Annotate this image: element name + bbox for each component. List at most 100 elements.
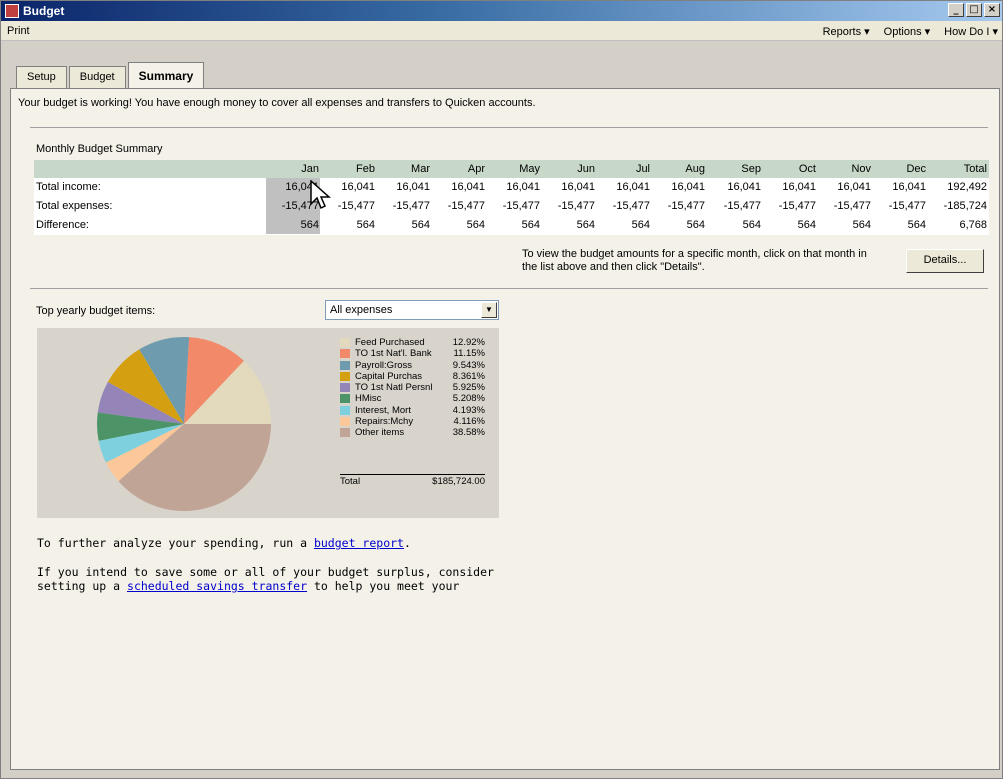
- column-header-may[interactable]: May: [484, 163, 540, 175]
- table-cell[interactable]: -15,477: [480, 200, 540, 212]
- table-cell[interactable]: 16,041: [645, 181, 705, 193]
- status-message: Your budget is working! You have enough …: [18, 97, 536, 109]
- table-cell[interactable]: -15,477: [590, 200, 650, 212]
- menu-print[interactable]: Print: [7, 25, 30, 37]
- analyze-text-end: .: [403, 536, 411, 550]
- row-label: Total expenses:: [36, 200, 113, 212]
- maximize-icon[interactable]: □: [966, 3, 982, 17]
- legend-percent: 8.361%: [452, 370, 485, 382]
- legend-percent: 9.543%: [452, 359, 485, 371]
- table-cell[interactable]: 6,768: [927, 219, 987, 231]
- table-cell[interactable]: 564: [645, 219, 705, 231]
- table-cell[interactable]: 16,041: [866, 181, 926, 193]
- tab-budget[interactable]: Budget: [68, 66, 126, 88]
- legend-percent: 4.193%: [452, 404, 485, 416]
- table-cell[interactable]: 564: [370, 219, 430, 231]
- table-cell[interactable]: 564: [315, 219, 375, 231]
- legend-item: Payroll:Gross 9.543%: [340, 360, 485, 371]
- legend-item: HMisc 5.208%: [340, 393, 485, 404]
- legend-swatch: [340, 417, 350, 427]
- table-cell[interactable]: -15,477: [701, 200, 761, 212]
- minimize-icon[interactable]: _: [948, 3, 964, 17]
- column-header-nov[interactable]: Nov: [815, 163, 871, 175]
- row-label: Total income:: [36, 181, 101, 193]
- expense-filter-value: All expenses: [330, 304, 393, 316]
- table-cell[interactable]: -15,477: [811, 200, 871, 212]
- legend-label: Repairs:Mchy: [355, 416, 414, 428]
- table-cell[interactable]: 564: [756, 219, 816, 231]
- table-cell[interactable]: 16,041: [480, 181, 540, 193]
- column-header-feb[interactable]: Feb: [319, 163, 375, 175]
- table-cell[interactable]: 564: [590, 219, 650, 231]
- table-cell[interactable]: -185,724: [927, 200, 987, 212]
- legend-label: Capital Purchas: [355, 370, 423, 382]
- menu-how-do-i[interactable]: How Do I ▾: [944, 25, 998, 38]
- column-header-total[interactable]: Total: [931, 163, 987, 175]
- details-button[interactable]: Details...: [906, 249, 984, 273]
- table-cell[interactable]: -15,477: [425, 200, 485, 212]
- top-items-label: Top yearly budget items:: [36, 305, 156, 317]
- table-cell[interactable]: 564: [425, 219, 485, 231]
- table-cell[interactable]: 564: [811, 219, 871, 231]
- legend-label: Payroll:Gross: [355, 359, 413, 371]
- table-cell[interactable]: 16,041: [535, 181, 595, 193]
- column-header-jul[interactable]: Jul: [594, 163, 650, 175]
- mouse-cursor-icon: [310, 180, 331, 210]
- legend-percent: 38.58%: [452, 427, 485, 439]
- table-cell[interactable]: 564: [535, 219, 595, 231]
- legend-label: TO 1st Natl Persnl: [355, 382, 433, 394]
- legend-percent: 5.925%: [452, 382, 485, 394]
- tab-setup[interactable]: Setup: [16, 66, 67, 88]
- column-header-mar[interactable]: Mar: [374, 163, 430, 175]
- legend-swatch: [340, 405, 350, 415]
- column-header-aug[interactable]: Aug: [649, 163, 705, 175]
- table-cell[interactable]: 16,041: [370, 181, 430, 193]
- menu-bar: Print Reports ▾ Options ▾ How Do I ▾: [1, 21, 1002, 41]
- table-cell[interactable]: -15,477: [370, 200, 430, 212]
- table-cell[interactable]: -15,477: [535, 200, 595, 212]
- legend-label: Other items: [355, 427, 405, 439]
- title-bar: Budget _ □ ×: [1, 1, 1002, 21]
- legend-total-label: Total: [340, 476, 361, 487]
- column-header-oct[interactable]: Oct: [760, 163, 816, 175]
- table-cell[interactable]: -15,477: [866, 200, 926, 212]
- tab-strip: Setup Budget Summary: [16, 62, 206, 88]
- table-cell[interactable]: 564: [480, 219, 540, 231]
- column-header-apr[interactable]: Apr: [429, 163, 485, 175]
- column-header-dec[interactable]: Dec: [870, 163, 926, 175]
- table-cell[interactable]: 564: [259, 219, 319, 231]
- column-header-jan[interactable]: Jan: [263, 163, 319, 175]
- table-cell[interactable]: 16,041: [811, 181, 871, 193]
- table-cell[interactable]: 192,492: [927, 181, 987, 193]
- table-cell[interactable]: -15,477: [645, 200, 705, 212]
- divider: [30, 288, 988, 289]
- legend-item: TO 1st Nat'l. Bank 11.15%: [340, 348, 485, 359]
- scheduled-savings-transfer-link[interactable]: scheduled savings transfer: [127, 579, 307, 593]
- legend-swatch: [340, 383, 350, 393]
- menu-reports[interactable]: Reports ▾: [823, 25, 870, 38]
- menu-options[interactable]: Options ▾: [884, 25, 931, 38]
- divider: [30, 127, 988, 128]
- close-icon[interactable]: ×: [984, 3, 1000, 17]
- analyze-paragraph: To further analyze your spending, run a …: [37, 536, 411, 550]
- table-cell[interactable]: 16,041: [756, 181, 816, 193]
- column-header-jun[interactable]: Jun: [539, 163, 595, 175]
- legend-swatch: [340, 371, 350, 381]
- savings-text-line2: setting up a: [37, 579, 128, 593]
- expense-filter-select[interactable]: All expenses ▼: [325, 300, 499, 320]
- table-cell[interactable]: 16,041: [701, 181, 761, 193]
- column-header-sep[interactable]: Sep: [705, 163, 761, 175]
- table-cell[interactable]: 564: [866, 219, 926, 231]
- table-cell[interactable]: 16,041: [425, 181, 485, 193]
- savings-text-line1: If you intend to save some or all of you…: [37, 565, 494, 579]
- table-cell[interactable]: 16,041: [590, 181, 650, 193]
- chevron-down-icon[interactable]: ▼: [481, 302, 497, 318]
- table-cell[interactable]: -15,477: [756, 200, 816, 212]
- budget-report-link[interactable]: budget report: [314, 536, 404, 550]
- tab-summary[interactable]: Summary: [127, 62, 205, 88]
- legend-swatch: [340, 349, 350, 359]
- legend-label: HMisc: [355, 393, 382, 405]
- monthly-summary-table: Jan Feb Mar Apr May Jun Jul Aug Sep Oct Nov Dec Tota…: [34, 160, 989, 236]
- legend-item: TO 1st Natl Persnl 5.925%: [340, 382, 485, 393]
- table-cell[interactable]: 564: [701, 219, 761, 231]
